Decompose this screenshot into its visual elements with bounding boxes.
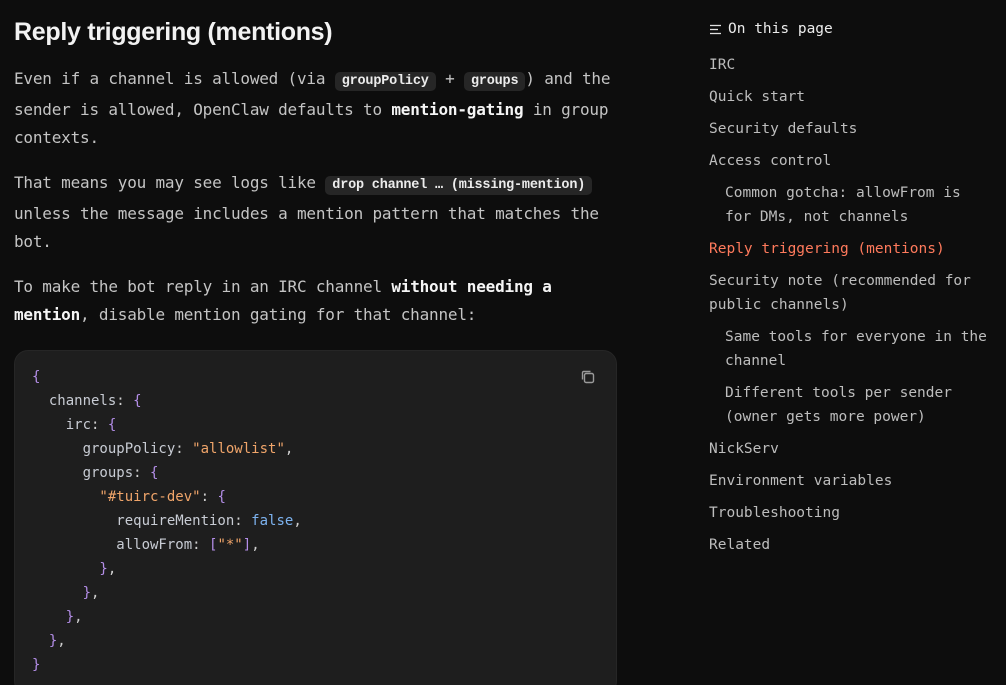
toc-item-quick-start[interactable]: Quick start (709, 85, 989, 109)
toc-item-access-control[interactable]: Access control (709, 149, 989, 173)
code-token: , (293, 513, 302, 529)
code-token: , (284, 441, 294, 457)
code-token: : (234, 513, 252, 529)
paragraph-disable-gating: To make the bot reply in an IRC channel … (14, 273, 618, 329)
code-lines: { channels: { irc: { groupPolicy: "allow… (32, 365, 302, 677)
code-line: }, (32, 629, 302, 653)
code-line: }, (32, 605, 302, 629)
toc-item-different-tools[interactable]: Different tools per sender (owner gets m… (725, 381, 987, 429)
code-token: } (32, 657, 41, 673)
code-token: } (32, 633, 58, 649)
code-token: { (217, 489, 226, 505)
code-line: groups: { (32, 461, 302, 485)
inline-code-drop-channel: drop channel … (missing-mention) (325, 176, 593, 195)
list-icon (710, 24, 721, 34)
code-token: , (91, 585, 100, 601)
toc-item-common-gotcha[interactable]: Common gotcha: allowFrom is for DMs, not… (725, 181, 987, 229)
text: Even if a channel is allowed (via (14, 69, 335, 88)
code-token: : (133, 465, 151, 481)
section-heading: Reply triggering (mentions) (14, 18, 333, 46)
code-token: { (32, 369, 41, 385)
code-line: requireMention: false, (32, 509, 302, 533)
code-token: } (32, 585, 92, 601)
code-token: "allowlist" (192, 441, 285, 457)
code-token: , (57, 633, 66, 649)
code-line: allowFrom: ["*"], (32, 533, 302, 557)
code-token: , (251, 537, 260, 553)
code-token: : (192, 537, 210, 553)
code-line: { (32, 365, 302, 389)
code-token: groupPolicy (32, 441, 176, 457)
toc-item-irc[interactable]: IRC (709, 53, 989, 77)
text: That means you may see logs like (14, 173, 326, 192)
toc-item-security-note[interactable]: Security note (recommended for public ch… (709, 269, 989, 317)
code-line: irc: { (32, 413, 302, 437)
paragraph-logs: That means you may see logs like drop ch… (14, 169, 618, 256)
code-token: , (107, 561, 117, 577)
text: + (435, 69, 464, 88)
code-line: }, (32, 581, 302, 605)
code-token: allowFrom (32, 537, 193, 553)
code-token: requireMention (32, 513, 235, 529)
code-token: { (150, 465, 159, 481)
toc-title: On this page (728, 21, 833, 37)
code-token: : (175, 441, 193, 457)
code-token: : (200, 489, 218, 505)
code-token: , (74, 609, 83, 625)
code-token: channels (32, 393, 117, 409)
code-token: } (32, 609, 75, 625)
toc-item-troubleshooting[interactable]: Troubleshooting (709, 501, 989, 525)
toc-item-nickserv[interactable]: NickServ (709, 437, 989, 461)
bold-mention-gating: mention-gating (391, 100, 524, 119)
code-token: false (251, 513, 294, 529)
code-token: : (91, 417, 108, 433)
text: , disable mention gating for that channe… (80, 305, 477, 324)
code-line: } (32, 653, 302, 677)
code-line: groupPolicy: "allowlist", (32, 437, 302, 461)
text: unless the message includes a mention pa… (14, 204, 599, 251)
code-token: { (133, 393, 142, 409)
code-block[interactable]: { channels: { irc: { groupPolicy: "allow… (14, 350, 617, 685)
copy-icon[interactable] (579, 368, 597, 386)
inline-code-grouppolicy: groupPolicy (334, 72, 436, 91)
toc-item-reply-triggering[interactable]: Reply triggering (mentions) (709, 237, 989, 261)
code-token: "*" (217, 537, 243, 553)
code-token: groups (32, 465, 134, 481)
code-line: }, (32, 557, 302, 581)
code-token: "#tuirc-dev" (32, 489, 201, 505)
toc-item-same-tools[interactable]: Same tools for everyone in the channel (725, 325, 987, 373)
code-token: irc (32, 417, 92, 433)
toc-item-environment-variables[interactable]: Environment variables (709, 469, 989, 493)
code-token: : (116, 393, 134, 409)
code-token: } (32, 561, 108, 577)
code-line: channels: { (32, 389, 302, 413)
toc-header: On this page (709, 18, 833, 40)
code-token: { (107, 417, 117, 433)
toc-item-security-defaults[interactable]: Security defaults (709, 117, 989, 141)
code-token: ] (242, 537, 252, 553)
inline-code-groups: groups (463, 72, 526, 91)
toc-item-related[interactable]: Related (709, 533, 989, 557)
paragraph-mention-gating: Even if a channel is allowed (via groupP… (14, 65, 618, 152)
code-line: "#tuirc-dev": { (32, 485, 302, 509)
text: To make the bot reply in an IRC channel (14, 277, 392, 296)
